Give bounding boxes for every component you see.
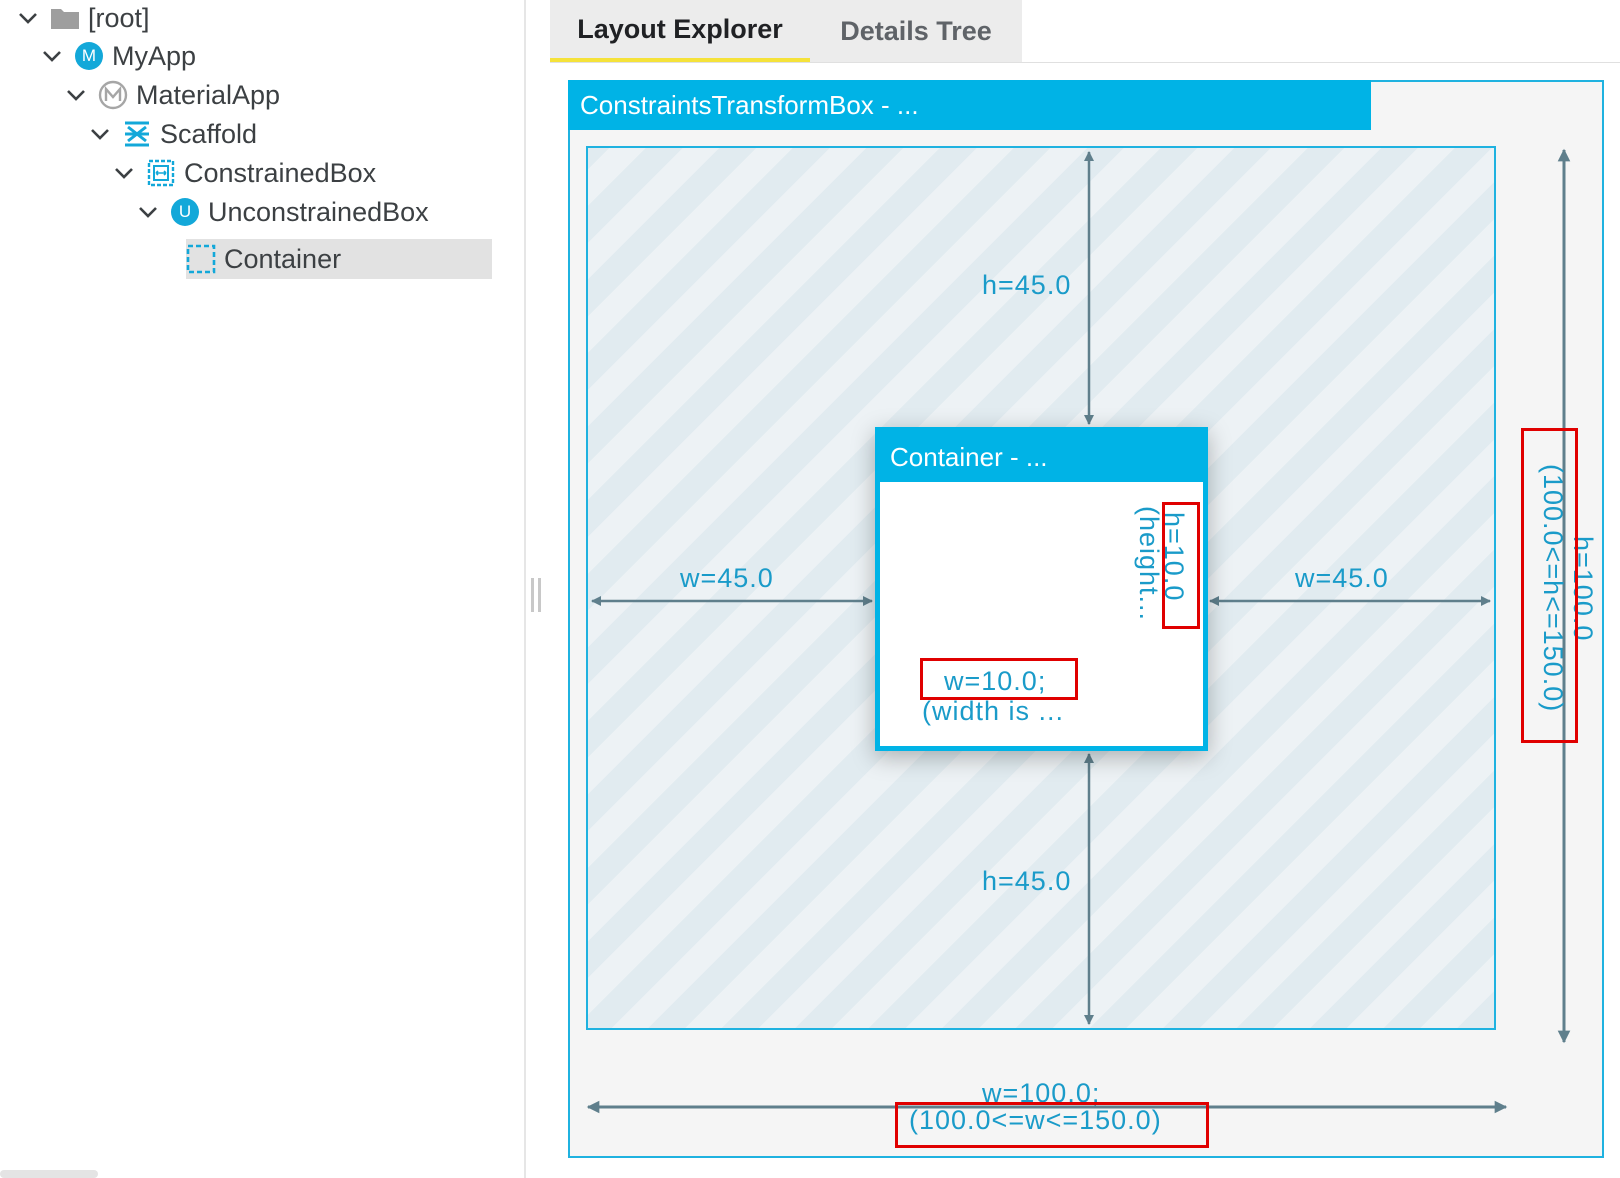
- tab-details-tree[interactable]: Details Tree: [810, 0, 1022, 62]
- splitter-handle[interactable]: [531, 578, 541, 612]
- inner-height-note: (height...: [1134, 506, 1164, 622]
- tree-item-label: MaterialApp: [136, 79, 281, 110]
- tab-layout-explorer[interactable]: Layout Explorer: [550, 0, 810, 62]
- scaffold-icon: [122, 119, 152, 149]
- chevron-down-icon[interactable]: [112, 161, 136, 185]
- tree-item-label: UnconstrainedBox: [208, 196, 429, 227]
- highlight-inner-height: [1162, 502, 1200, 629]
- tree-item-root[interactable]: [root]: [16, 0, 150, 36]
- chevron-down-icon[interactable]: [136, 200, 160, 224]
- highlight-outer-width: [895, 1102, 1209, 1148]
- tree-item-container[interactable]: Container: [186, 239, 492, 279]
- badge-letter: M: [75, 42, 103, 70]
- tree-item-materialapp[interactable]: MaterialApp: [64, 77, 280, 113]
- chevron-down-icon[interactable]: [40, 44, 64, 68]
- badge-m-icon: M: [74, 41, 104, 71]
- constrained-box-icon: [146, 158, 176, 188]
- chevron-down-icon[interactable]: [16, 6, 40, 30]
- tree-item-label: MyApp: [112, 40, 197, 71]
- tree-item-label: [root]: [88, 2, 150, 33]
- tree-item-label: Container: [224, 243, 342, 274]
- widget-tree-panel: [root] M MyApp MaterialApp Scaffold Cons…: [0, 0, 524, 1178]
- panel-divider: [524, 0, 526, 1178]
- badge-u-icon: U: [170, 197, 200, 227]
- top-gap-label: h=45.0: [982, 270, 1072, 300]
- horizontal-scrollbar[interactable]: [0, 1170, 98, 1178]
- chevron-down-icon[interactable]: [88, 122, 112, 146]
- tab-bar: Layout Explorer Details Tree: [550, 0, 1620, 63]
- constraints-transform-box-header[interactable]: ConstraintsTransformBox - ...: [568, 80, 1371, 130]
- folder-icon: [50, 3, 80, 33]
- tree-item-constrainedbox[interactable]: ConstrainedBox: [112, 155, 376, 191]
- bottom-gap-label: h=45.0: [982, 866, 1072, 896]
- container-icon: [186, 244, 216, 274]
- container-header[interactable]: Container - ...: [880, 432, 1203, 482]
- material-app-icon: [98, 80, 128, 110]
- tree-item-unconstrainedbox[interactable]: U UnconstrainedBox: [136, 194, 429, 230]
- right-gap-label: w=45.0: [1295, 563, 1389, 593]
- tree-item-myapp[interactable]: M MyApp: [40, 38, 196, 74]
- highlight-outer-height: [1521, 428, 1578, 743]
- badge-letter: U: [171, 198, 199, 226]
- tree-item-label: Scaffold: [160, 118, 258, 149]
- tree-item-scaffold[interactable]: Scaffold: [88, 116, 257, 152]
- left-gap-label: w=45.0: [680, 563, 774, 593]
- inner-width-note: (width is ...: [922, 696, 1065, 726]
- chevron-down-icon[interactable]: [64, 83, 88, 107]
- highlight-inner-width: [920, 658, 1078, 700]
- tree-item-label: ConstrainedBox: [184, 157, 377, 188]
